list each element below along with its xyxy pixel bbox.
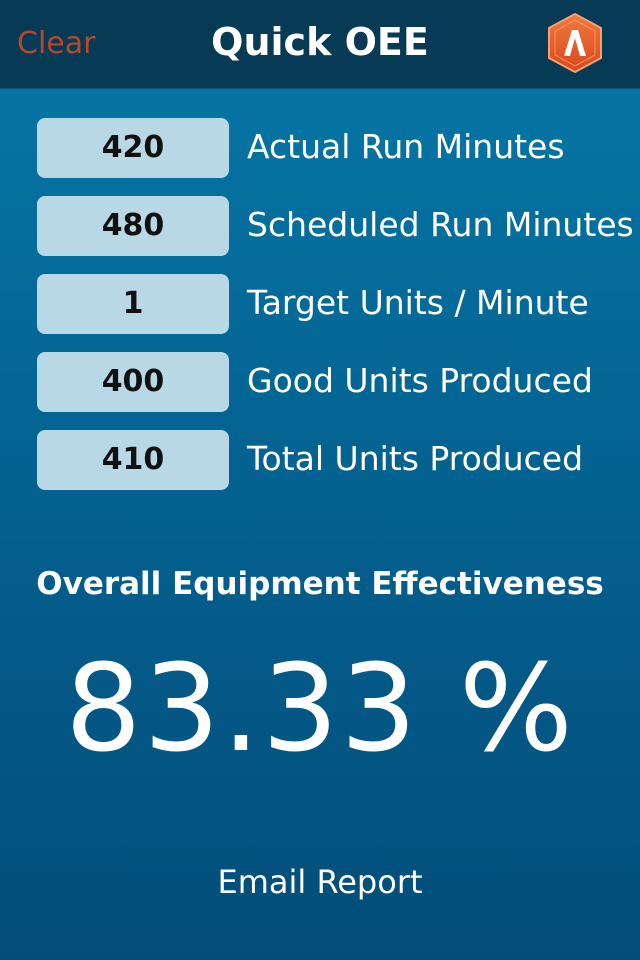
target-units-per-minute-label: Target Units / Minute [247, 283, 589, 322]
email-report-button[interactable]: Email Report [0, 862, 640, 902]
good-units-produced-label: Good Units Produced [247, 361, 593, 400]
oee-value: 83.33 % [65, 640, 575, 779]
field-row-total-units-produced: Total Units Produced [37, 430, 617, 490]
total-units-produced-input[interactable] [37, 430, 229, 490]
field-row-target-units-per-minute: Target Units / Minute [37, 274, 617, 334]
app-logo-graphic [548, 12, 602, 74]
actual-run-minutes-input[interactable] [37, 118, 229, 178]
actual-run-minutes-label: Actual Run Minutes [247, 127, 565, 166]
oee-heading: Overall Equipment Effectiveness [36, 566, 604, 602]
target-units-per-minute-input[interactable] [37, 274, 229, 334]
page-title: Quick OEE [211, 20, 429, 64]
navigation-bar: Clear Quick OEE [0, 0, 640, 89]
scheduled-run-minutes-label: Scheduled Run Minutes [247, 205, 634, 244]
field-row-good-units-produced: Good Units Produced [37, 352, 617, 412]
app-logo-icon[interactable] [545, 12, 605, 74]
total-units-produced-label: Total Units Produced [247, 439, 584, 478]
field-row-scheduled-run-minutes: Scheduled Run Minutes [37, 196, 634, 256]
field-row-actual-run-minutes: Actual Run Minutes [37, 118, 617, 178]
good-units-produced-input[interactable] [37, 352, 229, 412]
scheduled-run-minutes-input[interactable] [37, 196, 229, 256]
